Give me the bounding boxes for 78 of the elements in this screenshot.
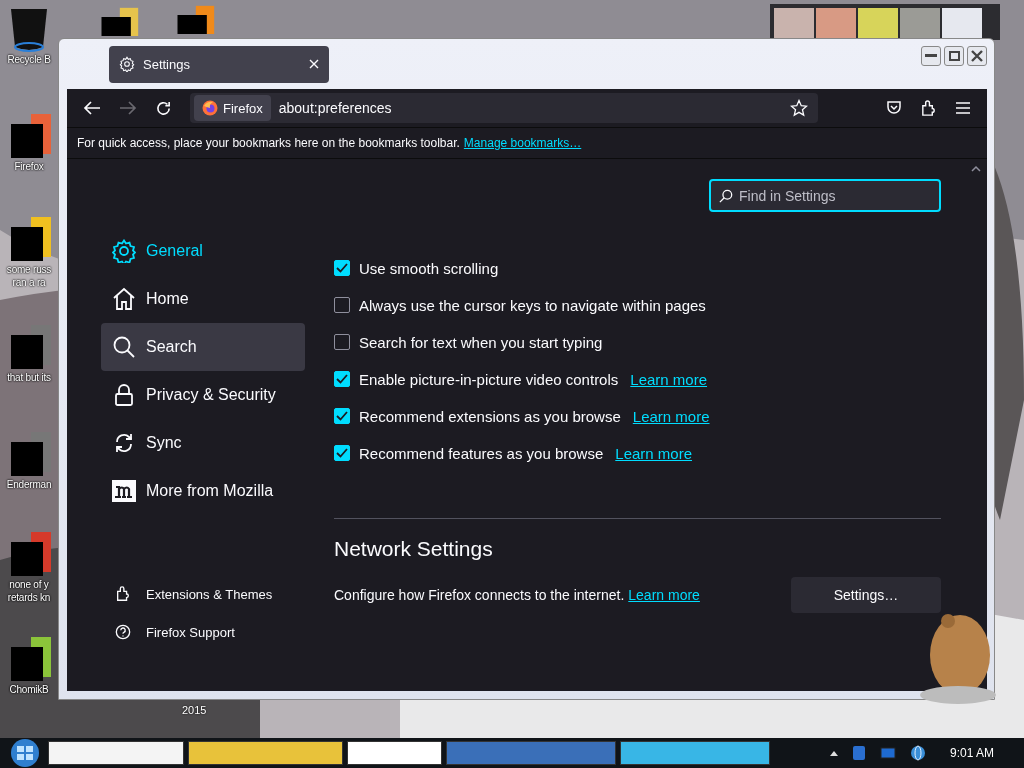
learn-more-link[interactable]: Learn more bbox=[628, 587, 700, 603]
sidebar-item[interactable]: Home bbox=[101, 275, 305, 323]
url-text: about:preferences bbox=[278, 100, 393, 116]
address-bar[interactable]: Firefox about:preferences bbox=[190, 93, 818, 123]
maximize-icon bbox=[948, 51, 960, 61]
sidebar-link[interactable]: Firefox Support bbox=[101, 613, 334, 651]
search-icon bbox=[719, 189, 733, 203]
close-icon[interactable] bbox=[309, 59, 319, 69]
sidebar-link[interactable]: Extensions & Themes bbox=[101, 575, 334, 613]
icon-label: retards kn bbox=[7, 591, 51, 604]
icon-label: some russ bbox=[6, 263, 52, 276]
learn-more-link[interactable]: Learn more bbox=[632, 407, 710, 425]
checkbox[interactable] bbox=[334, 297, 350, 313]
icon-label: ChomikB bbox=[9, 683, 49, 696]
icon-label: Firefox bbox=[14, 160, 44, 173]
scroll-up-icon[interactable] bbox=[971, 165, 981, 172]
firefox-icon bbox=[202, 100, 218, 116]
taskbar-button[interactable] bbox=[48, 741, 184, 765]
taskbar-button[interactable] bbox=[620, 741, 770, 765]
option-label: Recommend features as you browse bbox=[359, 444, 604, 462]
network-description: Configure how Firefox connects to the internet. bbox=[334, 587, 625, 603]
sidebar-item[interactable]: Sync bbox=[101, 419, 305, 467]
monitor-icon[interactable] bbox=[879, 746, 896, 760]
identity-chip[interactable]: Firefox bbox=[194, 95, 271, 121]
sidebar-item[interactable]: Privacy & Security bbox=[101, 371, 305, 419]
gear-icon bbox=[112, 239, 136, 263]
maximize-button[interactable] bbox=[944, 46, 964, 66]
house-icon bbox=[112, 287, 136, 311]
forward-icon[interactable] bbox=[119, 100, 137, 116]
icon-label: none of y bbox=[9, 578, 49, 591]
sidebar-item[interactable]: More from Mozilla bbox=[101, 467, 305, 515]
sidebar-item[interactable]: General bbox=[101, 227, 305, 275]
tray-app-icon[interactable] bbox=[851, 745, 866, 761]
settings-button[interactable]: Settings… bbox=[791, 577, 941, 613]
checkbox[interactable] bbox=[334, 260, 350, 276]
taskbar-button[interactable] bbox=[347, 741, 442, 765]
puzzle-icon bbox=[115, 586, 131, 602]
sidebar-item[interactable]: Search bbox=[101, 323, 305, 371]
desktop-caption: 2015 bbox=[182, 704, 207, 716]
minimize-icon bbox=[925, 54, 937, 58]
mozilla-icon bbox=[112, 479, 136, 503]
close-button[interactable] bbox=[967, 46, 987, 66]
icon-label: Enderman bbox=[6, 478, 52, 491]
icon-label: ran a ra bbox=[12, 276, 46, 289]
learn-more-link[interactable]: Learn more bbox=[615, 444, 692, 462]
search-field[interactable]: Find in Settings bbox=[709, 179, 941, 212]
minimize-button[interactable] bbox=[921, 46, 941, 66]
help-icon bbox=[115, 624, 131, 640]
menu-icon[interactable] bbox=[955, 101, 971, 115]
manage-bookmarks-link[interactable]: Manage bookmarks… bbox=[463, 136, 582, 150]
settings-tab[interactable]: Settings bbox=[109, 45, 329, 83]
close-icon bbox=[971, 50, 983, 62]
section-heading: Network Settings bbox=[334, 537, 494, 561]
padlock-icon bbox=[112, 383, 136, 407]
taskbar-button[interactable] bbox=[188, 741, 343, 765]
search-icon bbox=[112, 335, 136, 359]
learn-more-link[interactable]: Learn more bbox=[630, 370, 708, 388]
option-label: Recommend extensions as you browse bbox=[359, 407, 621, 425]
back-icon[interactable] bbox=[83, 100, 101, 116]
pocket-icon[interactable] bbox=[886, 100, 902, 116]
clock: 9:01 AM bbox=[949, 746, 994, 760]
star-icon[interactable] bbox=[790, 99, 808, 117]
caret-icon[interactable] bbox=[829, 750, 838, 756]
checkbox[interactable] bbox=[334, 408, 350, 424]
checkbox[interactable] bbox=[334, 334, 350, 350]
icon-label: that but its bbox=[7, 371, 51, 384]
settings-icon bbox=[119, 56, 135, 72]
icon-label: Recycle B bbox=[7, 53, 51, 66]
option-label: Search for text when you start typing bbox=[359, 333, 603, 351]
puzzle-icon[interactable] bbox=[920, 99, 937, 117]
option-label: Use smooth scrolling bbox=[359, 259, 499, 277]
option-label: Enable picture-in-picture video controls bbox=[359, 370, 619, 388]
globe-icon[interactable] bbox=[909, 745, 926, 761]
reload-icon[interactable] bbox=[155, 99, 172, 117]
checkbox[interactable] bbox=[334, 371, 350, 387]
option-label: Always use the cursor keys to navigate within pages bbox=[359, 296, 706, 314]
bookmarks-hint: For quick access, place your bookmarks here on the bookmarks toolbar. bbox=[77, 136, 460, 150]
checkbox[interactable] bbox=[334, 445, 350, 461]
